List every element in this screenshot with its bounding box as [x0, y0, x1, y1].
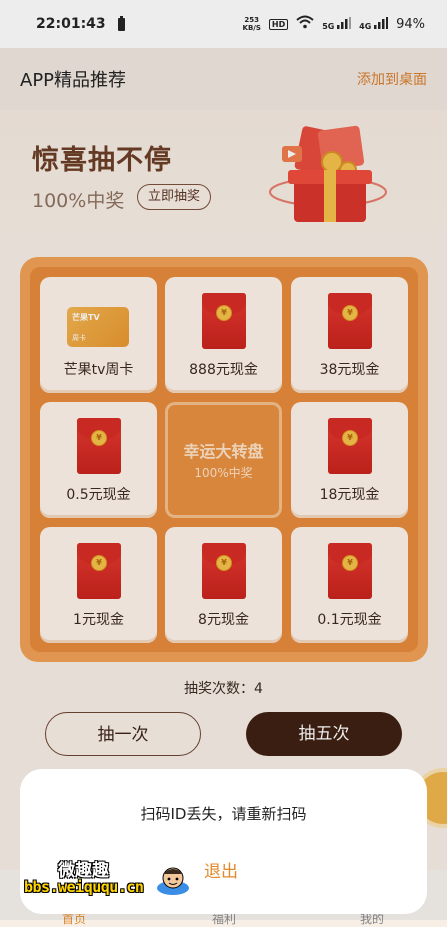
prize-label: 0.5元现金	[66, 487, 131, 503]
prize-label: 38元现金	[319, 362, 380, 378]
prize-label: 1元现金	[73, 612, 124, 628]
prize-label: 888元现金	[189, 362, 258, 378]
lottery-grid: 芒果TV 周卡 芒果tv周卡 ¥ 888元现金 ¥ 38元现金 ¥ 0.5元现金…	[30, 267, 418, 652]
prize-18-cash: ¥ 18元现金	[291, 402, 408, 518]
page-title: APP精品推荐	[20, 70, 127, 91]
battery-saver-icon	[117, 15, 125, 31]
red-envelope-icon: ¥	[328, 543, 372, 599]
red-envelope-icon: ¥	[328, 418, 372, 474]
lucky-wheel-subtitle: 100%中奖	[194, 466, 253, 480]
signal-4g-icon: 4G	[359, 17, 389, 31]
coin-icon: ¥	[342, 430, 358, 446]
signal-5g-icon: 5G	[322, 17, 352, 31]
hero-subtitle: 100%中奖	[32, 190, 125, 212]
coin-icon: ¥	[91, 555, 107, 571]
signal-5g-label: 5G	[322, 22, 335, 31]
hero-banner: 惊喜抽不停 100%中奖 立即抽奖	[0, 110, 447, 250]
card-type: 周卡	[72, 334, 86, 342]
prize-label: 芒果tv周卡	[63, 362, 134, 378]
prize-38-cash: ¥ 38元现金	[291, 277, 408, 393]
prize-8-cash: ¥ 8元现金	[165, 527, 282, 643]
prize-888-cash: ¥ 888元现金	[165, 277, 282, 393]
hero-headline: 惊喜抽不停	[32, 145, 172, 176]
battery-level: 94%	[396, 16, 425, 32]
red-envelope-icon: ¥	[328, 293, 372, 349]
red-envelope-icon: ¥	[202, 543, 246, 599]
prize-label: 0.1元现金	[317, 612, 382, 628]
coin-icon: ¥	[216, 555, 232, 571]
status-time: 22:01:43	[36, 16, 106, 32]
network-speed-value: 253	[244, 16, 259, 24]
lottery-board: 芒果TV 周卡 芒果tv周卡 ¥ 888元现金 ¥ 38元现金 ¥ 0.5元现金…	[20, 257, 428, 662]
status-bar: 22:01:43 253 KB/S HD 5G 4G 94%	[0, 0, 447, 48]
red-envelope-icon: ¥	[202, 293, 246, 349]
draw-five-button[interactable]: 抽五次	[246, 712, 402, 756]
app-bar: APP精品推荐 添加到桌面	[0, 48, 447, 110]
red-envelope-icon: ¥	[77, 418, 121, 474]
prize-0-1-cash: ¥ 0.1元现金	[291, 527, 408, 643]
status-right: 253 KB/S HD 5G 4G 94%	[243, 15, 425, 33]
cartoon-face-icon	[157, 867, 189, 895]
draw-once-button[interactable]: 抽一次	[45, 712, 201, 756]
prize-label: 8元现金	[198, 612, 249, 628]
prize-mango-tv-week-card: 芒果TV 周卡 芒果tv周卡	[40, 277, 157, 393]
gift-box-icon	[269, 125, 387, 222]
dialog-message: 扫码ID丢失，请重新扫码	[140, 805, 307, 823]
membership-card-icon: 芒果TV 周卡	[67, 307, 129, 347]
prize-0-5-cash: ¥ 0.5元现金	[40, 402, 157, 518]
wifi-icon	[296, 15, 314, 33]
prize-1-cash: ¥ 1元现金	[40, 527, 157, 643]
signal-4g-label: 4G	[359, 22, 372, 31]
lucky-wheel-center[interactable]: 幸运大转盘 100%中奖	[165, 402, 282, 518]
coin-icon: ¥	[342, 305, 358, 321]
lucky-wheel-title: 幸运大转盘	[183, 442, 264, 461]
network-speed: 253 KB/S	[243, 16, 261, 32]
card-brand: 芒果TV	[72, 313, 100, 322]
coin-icon: ¥	[216, 305, 232, 321]
coin-icon: ¥	[91, 430, 107, 446]
site-watermark: 微趣趣 bbs.weiququ.cn	[20, 852, 210, 910]
red-envelope-icon: ¥	[77, 543, 121, 599]
network-speed-unit: KB/S	[242, 24, 261, 32]
hd-icon: HD	[268, 18, 289, 30]
prize-label: 18元现金	[319, 487, 380, 503]
coin-icon: ¥	[342, 555, 358, 571]
watermark-url: bbs.weiququ.cn	[24, 878, 144, 896]
draw-count: 抽奖次数：4	[184, 681, 263, 697]
draw-now-button[interactable]: 立即抽奖	[137, 184, 212, 210]
add-to-desktop-link[interactable]: 添加到桌面	[357, 69, 427, 89]
